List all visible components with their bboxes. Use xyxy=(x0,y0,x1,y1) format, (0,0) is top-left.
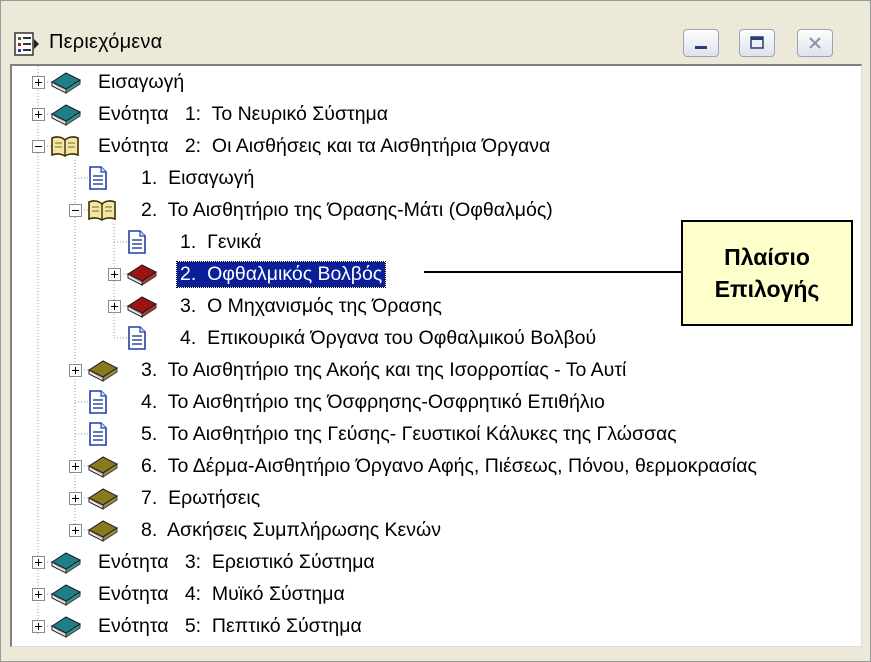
book-closed-red-icon xyxy=(126,294,158,323)
expand-toggle[interactable] xyxy=(69,460,82,473)
expand-toggle[interactable] xyxy=(32,588,45,601)
book-closed-red-icon xyxy=(126,262,158,291)
tree-item-label: 1. Εισαγωγή xyxy=(141,166,255,189)
tree-item-label: 2. Το Αισθητήριο της Όρασης-Μάτι (Οφθαλμ… xyxy=(141,198,553,221)
book-closed-olive-icon xyxy=(87,454,119,483)
expand-toggle[interactable] xyxy=(108,300,121,313)
tree-item[interactable]: Εισαγωγή xyxy=(95,66,187,98)
book-closed-teal-icon xyxy=(50,614,82,643)
tree-item[interactable]: 6. Το Δέρμα-Αισθητήριο Όργανο Αφής, Πιέσ… xyxy=(138,450,760,482)
tree-item-label-selected: 2. Οφθαλμικός Βολβός xyxy=(175,260,387,288)
expand-toggle[interactable] xyxy=(108,268,121,281)
tree-item[interactable]: 1. Γενικά xyxy=(177,226,264,258)
title-bar[interactable]: Περιεχόμενα xyxy=(1,1,870,71)
book-closed-olive-icon xyxy=(87,486,119,515)
contents-app-icon xyxy=(14,32,39,56)
tree-item[interactable]: 1. Εισαγωγή xyxy=(138,162,257,194)
tree-item[interactable]: 8. Ασκήσεις Συμπλήρωσης Κενών xyxy=(138,514,444,546)
tree-item-label: Ενότητα 1: Το Νευρικό Σύστημα xyxy=(98,102,389,125)
book-closed-teal-icon xyxy=(50,550,82,579)
tree-item-label: 4. Το Αισθητήριο της Όσφρησης-Οσφρητικό … xyxy=(141,390,605,413)
close-icon xyxy=(809,37,821,49)
tree-item[interactable]: Ενότητα 1: Το Νευρικό Σύστημα xyxy=(95,98,391,130)
tree-item-label: 3. Ο Μηχανισμός της Όρασης xyxy=(180,294,442,317)
maximize-button[interactable] xyxy=(739,29,775,57)
expand-toggle[interactable] xyxy=(32,108,45,121)
tree-item[interactable]: 3. Το Αισθητήριο της Ακοής και της Ισορρ… xyxy=(138,354,629,386)
tree-item[interactable]: 2. Το Αισθητήριο της Όρασης-Μάτι (Οφθαλμ… xyxy=(138,194,556,226)
tree-item[interactable]: 5. Το Αισθητήριο της Γεύσης- Γευστικοί Κ… xyxy=(138,418,680,450)
tree-item-label: Εισαγωγή xyxy=(98,70,185,93)
book-closed-teal-icon xyxy=(50,102,82,131)
document-icon xyxy=(126,230,148,259)
tree-item[interactable]: 4. Επικουρικά Όργανα του Οφθαλμικού Βολβ… xyxy=(177,322,599,354)
tree-item-label: Ενότητα 2: Οι Αισθήσεις και τα Αισθητήρι… xyxy=(98,134,551,157)
minimize-button[interactable] xyxy=(683,29,719,57)
tree-item-label: Ενότητα 3: Ερειστικό Σύστημα xyxy=(98,550,375,573)
expand-toggle[interactable] xyxy=(69,364,82,377)
book-closed-olive-icon xyxy=(87,358,119,387)
tree-item[interactable]: 3. Ο Μηχανισμός της Όρασης xyxy=(177,290,445,322)
document-icon xyxy=(87,166,109,195)
expand-toggle[interactable] xyxy=(32,76,45,89)
book-closed-teal-icon xyxy=(50,70,82,99)
tree-item[interactable]: Ενότητα 4: Μυϊκό Σύστημα xyxy=(95,578,348,610)
book-closed-teal-icon xyxy=(50,582,82,611)
tree-item[interactable]: Ενότητα 5: Πεπτικό Σύστημα xyxy=(95,610,365,642)
tree-item-label: Ενότητα 5: Πεπτικό Σύστημα xyxy=(98,614,362,637)
window-title: Περιεχόμενα xyxy=(49,31,163,53)
callout-connector-line xyxy=(424,271,681,273)
tree-item-label: 6. Το Δέρμα-Αισθητήριο Όργανο Αφής, Πιέσ… xyxy=(141,454,757,477)
book-open-icon xyxy=(87,198,117,227)
tree-item-label: 7. Ερωτήσεις xyxy=(141,486,261,509)
collapse-toggle[interactable] xyxy=(32,140,45,153)
callout-line-1: Πλαίσιο xyxy=(724,244,810,270)
minimize-icon xyxy=(695,46,707,49)
document-icon xyxy=(87,390,109,419)
document-icon xyxy=(126,326,148,355)
selection-frame-callout: Πλαίσιο Επιλογής xyxy=(681,220,853,326)
tree-item[interactable]: Ενότητα 3: Ερειστικό Σύστημα xyxy=(95,546,378,578)
tree-item-label: 8. Ασκήσεις Συμπλήρωσης Κενών xyxy=(141,518,441,541)
book-open-icon xyxy=(50,134,80,163)
close-button[interactable] xyxy=(797,29,833,57)
tree-item-label: 4. Επικουρικά Όργανα του Οφθαλμικού Βολβ… xyxy=(180,326,597,349)
tree-item[interactable]: 2. Οφθαλμικός Βολβός xyxy=(175,258,387,290)
expand-toggle[interactable] xyxy=(32,556,45,569)
tree-item-label: Ενότητα 4: Μυϊκό Σύστημα xyxy=(98,582,345,605)
callout-line-2: Επιλογής xyxy=(714,276,820,302)
tree-item[interactable]: Ενότητα 2: Οι Αισθήσεις και τα Αισθητήρι… xyxy=(95,130,553,162)
expand-toggle[interactable] xyxy=(69,492,82,505)
expand-toggle[interactable] xyxy=(69,524,82,537)
tree-item-label: 3. Το Αισθητήριο της Ακοής και της Ισορρ… xyxy=(141,358,627,381)
contents-tree[interactable]: Εισαγωγή Ενότητα 1: Το Νευρικό Σύστημα Ε… xyxy=(10,64,862,647)
tree-item[interactable]: 7. Ερωτήσεις xyxy=(138,482,263,514)
contents-window: Περιεχόμενα Εισαγωγή Ενότητα 1: Το Νευρι… xyxy=(0,0,871,662)
maximize-icon xyxy=(750,36,764,49)
tree-item[interactable]: 4. Το Αισθητήριο της Όσφρησης-Οσφρητικό … xyxy=(138,386,608,418)
tree-item-label: 5. Το Αισθητήριο της Γεύσης- Γευστικοί Κ… xyxy=(141,422,677,445)
book-closed-olive-icon xyxy=(87,518,119,547)
document-icon xyxy=(87,422,109,451)
collapse-toggle[interactable] xyxy=(69,204,82,217)
tree-item-label: 1. Γενικά xyxy=(180,230,262,253)
expand-toggle[interactable] xyxy=(32,620,45,633)
